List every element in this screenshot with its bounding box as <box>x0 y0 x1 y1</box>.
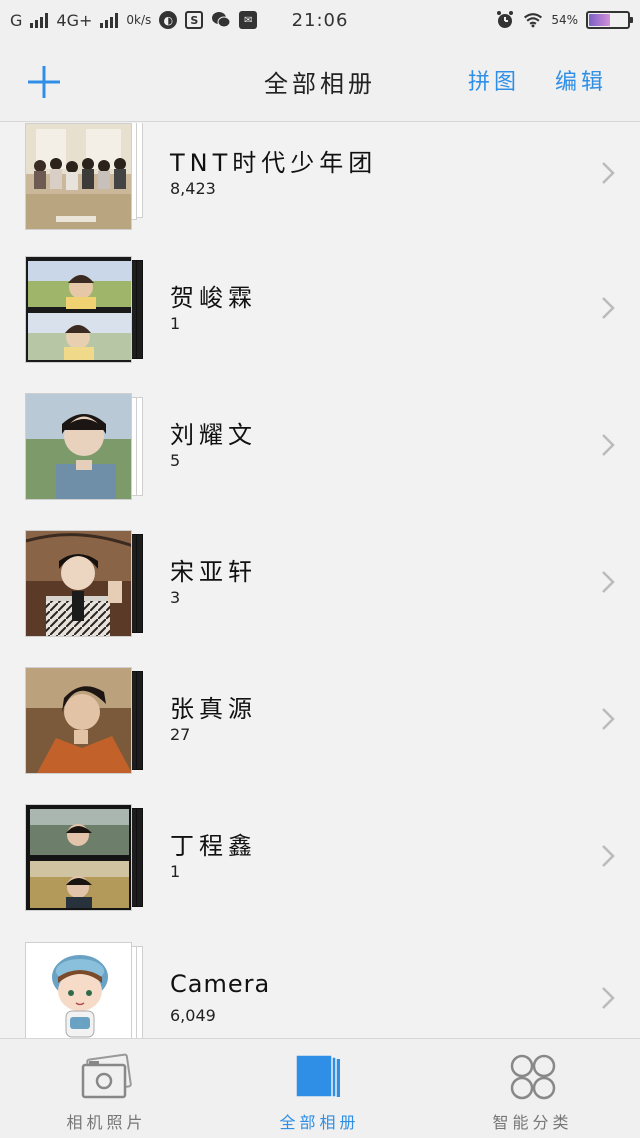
album-list[interactable]: TNT时代少年团 8,423 贺峻霖 1 刘耀文 5 宋亚轩 3 张真源 27 … <box>0 123 640 1038</box>
album-row[interactable]: 张真源 27 <box>0 667 640 804</box>
chevron-right-icon <box>602 987 615 1009</box>
status-bar: G 4G+ 0k/s ◐ S ✉ 21:06 54% <box>0 0 640 40</box>
camera-photos-icon <box>81 1053 132 1099</box>
app-s-icon: S <box>185 11 204 29</box>
wechat-icon <box>211 10 231 30</box>
album-name: Camera <box>170 970 271 998</box>
collage-button[interactable]: 拼图 <box>468 64 520 96</box>
album-count: 6,049 <box>170 1006 216 1025</box>
tab-label: 全部相册 <box>279 1113 360 1132</box>
album-thumbnail <box>25 942 143 1038</box>
browser-icon: ◐ <box>159 11 178 29</box>
album-name: 张真源 <box>170 695 257 723</box>
album-name: 丁程鑫 <box>170 832 257 860</box>
top-bar: 全部相册 拼图 编辑 <box>0 40 640 122</box>
battery-icon <box>586 11 633 29</box>
tab-label: 相机照片 <box>66 1113 147 1132</box>
album-name: TNT时代少年团 <box>170 149 378 177</box>
add-album-button[interactable] <box>26 64 62 100</box>
edit-button[interactable]: 编辑 <box>555 64 607 96</box>
battery-percent: 54% <box>551 13 578 27</box>
network-4g-label: 4G+ <box>56 10 93 30</box>
album-count: 1 <box>170 314 181 333</box>
chevron-right-icon <box>602 708 615 730</box>
smart-category-icon <box>510 1054 555 1100</box>
chevron-right-icon <box>602 434 615 456</box>
album-thumbnail <box>25 667 143 774</box>
network-g-label: G <box>10 10 23 30</box>
tab-camera-photos[interactable]: 相机照片 <box>0 1039 213 1138</box>
album-count: 5 <box>170 451 181 470</box>
album-name: 宋亚轩 <box>170 558 257 586</box>
tab-all-albums[interactable]: 全部相册 <box>213 1039 426 1138</box>
all-albums-icon <box>294 1054 340 1098</box>
album-name: 贺峻霖 <box>170 284 257 312</box>
wifi-icon <box>523 10 543 30</box>
chevron-right-icon <box>602 845 615 867</box>
album-row[interactable]: 贺峻霖 1 <box>0 256 640 393</box>
signal-icon <box>30 12 49 28</box>
album-row[interactable]: Camera 6,049 <box>0 942 640 1038</box>
plus-icon <box>28 66 60 98</box>
album-row[interactable]: 刘耀文 5 <box>0 393 640 530</box>
album-name: 刘耀文 <box>170 421 257 449</box>
album-row[interactable]: TNT时代少年团 8,423 <box>0 123 640 260</box>
album-thumbnail <box>25 123 143 230</box>
bottom-navigation: 相机照片 全部相册 智能分类 <box>0 1038 640 1138</box>
album-thumbnail <box>25 804 143 911</box>
mail-icon: ✉ <box>239 11 258 29</box>
alarm-icon <box>495 10 515 30</box>
chevron-right-icon <box>602 162 615 184</box>
clock: 21:06 <box>291 9 349 31</box>
page-title: 全部相册 <box>264 70 376 98</box>
album-thumbnail <box>25 256 143 363</box>
album-row[interactable]: 丁程鑫 1 <box>0 804 640 941</box>
tab-smart-category[interactable]: 智能分类 <box>426 1039 639 1138</box>
album-count: 27 <box>170 725 191 744</box>
album-thumbnail <box>25 530 143 637</box>
tab-label: 智能分类 <box>492 1113 573 1132</box>
album-count: 1 <box>170 862 181 881</box>
album-thumbnail <box>25 393 143 500</box>
network-speed: 0k/s <box>126 13 152 27</box>
chevron-right-icon <box>602 297 615 319</box>
chevron-right-icon <box>602 571 615 593</box>
album-row[interactable]: 宋亚轩 3 <box>0 530 640 667</box>
signal-icon <box>100 12 119 28</box>
album-count: 3 <box>170 588 181 607</box>
album-count: 8,423 <box>170 179 216 198</box>
